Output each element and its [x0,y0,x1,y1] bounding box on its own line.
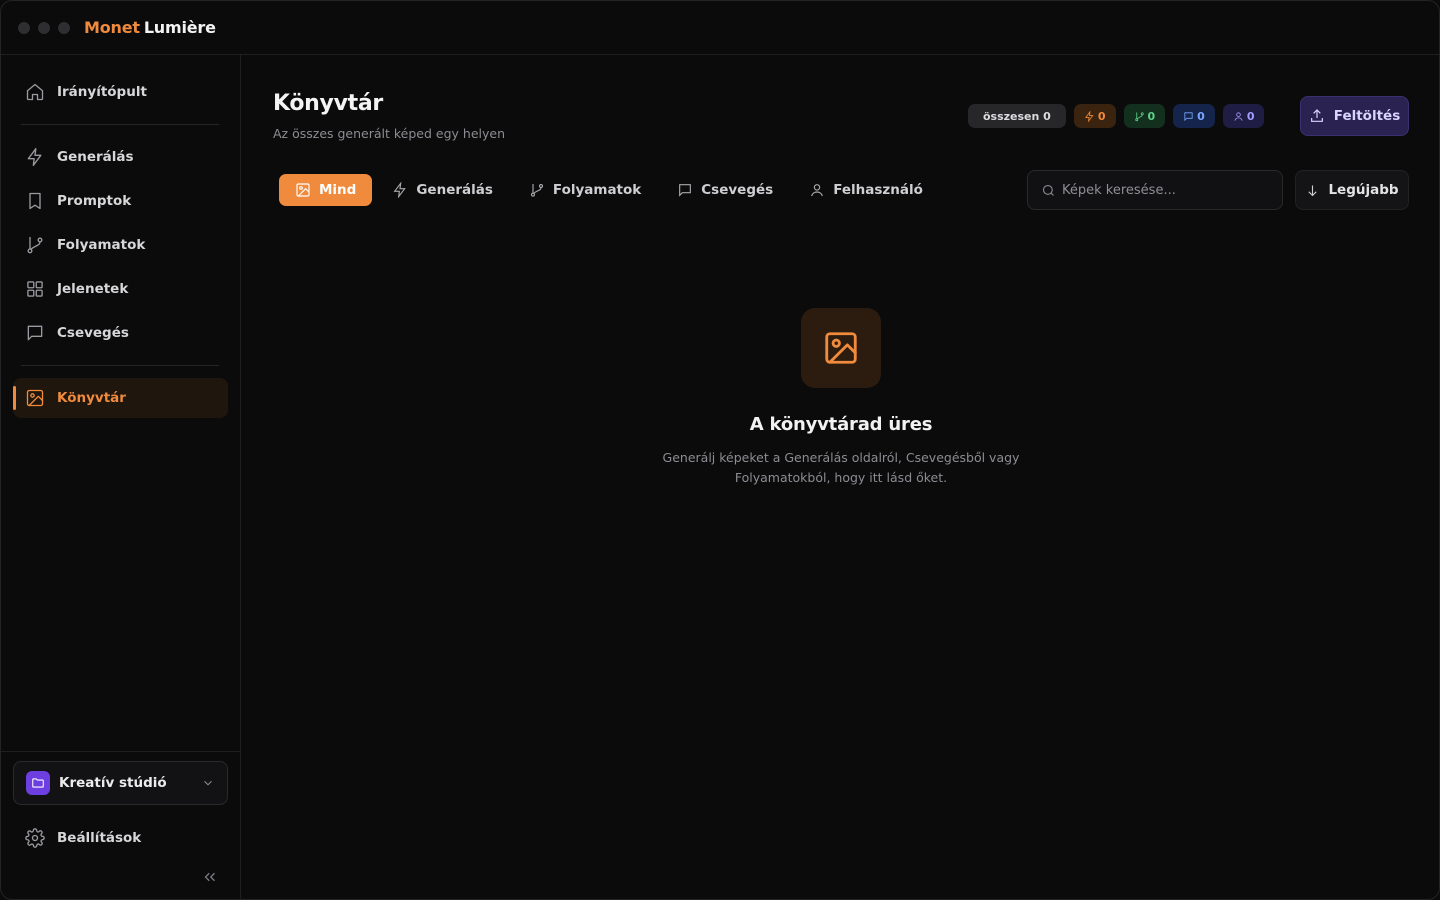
app-window: Monet Lumière Irányítópult Generálás Prom… [0,0,1440,900]
settings-button[interactable]: Beállítások [13,818,228,858]
search-input[interactable] [1062,182,1262,198]
empty-state-title: A könyvtárad üres [749,414,933,435]
tab-label: Generálás [416,182,493,198]
stat-chat-value: 0 [1197,109,1205,123]
tab-label: Csevegés [701,182,774,198]
sidebar-item-label: Folyamatok [57,237,146,253]
workspace-name: Kreatív stúdió [59,775,167,791]
upload-icon [1310,109,1323,122]
git-branch-icon [530,183,543,197]
brand-name-part2: Lumière [143,18,216,37]
upload-button[interactable]: Feltöltés [1300,96,1409,136]
stat-generation-value: 0 [1097,109,1106,123]
bookmark-icon [29,192,41,210]
sidebar-item-prompts[interactable]: Promptok [13,181,228,221]
collapse-sidebar-button[interactable] [201,868,219,886]
search-icon [1042,184,1054,196]
sidebar-item-label: Könyvtár [57,390,126,406]
chat-icon [27,325,43,341]
empty-state: A könyvtárad üres Generálj képeket a Gen… [591,308,1091,488]
stats-badges: összesen 0 0 0 0 0 [968,104,1265,128]
close-window-button[interactable] [18,21,30,34]
main-content: Könyvtár Az összes generált képed egy he… [241,55,1439,899]
settings-label: Beállítások [57,830,142,846]
sidebar-divider [21,124,219,125]
sidebar: Irányítópult Generálás Promptok Folyamat… [1,55,241,899]
filter-tabs: Mind Generálás Folyamatok Csevegés Felha… [279,174,943,206]
empty-state-description: Generálj képeket a Generálás oldalról, C… [662,450,1020,485]
tab-label: Folyamatok [552,182,642,198]
user-icon [811,184,824,197]
stat-flows-badge: 0 [1123,104,1166,128]
tab-generation[interactable]: Generálás [376,174,509,206]
stat-flows-value: 0 [1147,109,1156,123]
empty-image-icon [801,308,881,388]
user-icon [1234,111,1243,121]
lightning-icon [27,148,42,166]
image-icon [26,389,44,407]
app-brand: Monet Lumière [84,18,216,37]
stat-total-value: összesen 0 [983,109,1051,123]
home-icon [26,83,44,101]
brand-name-part1: Monet [84,18,140,37]
sidebar-item-library[interactable]: Könyvtár [13,378,228,418]
sidebar-item-label: Irányítópult [57,84,147,100]
sort-label: Legújabb [1328,182,1399,198]
upload-label: Feltöltés [1333,108,1401,124]
tab-label: Felhasználó [833,182,923,198]
stat-total-badge: összesen 0 [968,104,1066,128]
sidebar-item-label: Generálás [57,149,134,165]
sidebar-divider [21,365,219,366]
sidebar-item-label: Promptok [57,193,132,209]
page-subtitle: Az összes generált képed egy helyen [273,126,505,141]
tab-chat[interactable]: Csevegés [661,174,789,206]
minimize-window-button[interactable] [38,21,50,34]
tab-label: Mind [319,182,357,198]
tab-flows[interactable]: Folyamatok [513,174,657,206]
stat-user-value: 0 [1246,109,1255,123]
sidebar-item-label: Jelenetek [57,281,129,297]
sidebar-item-scenes[interactable]: Jelenetek [13,269,228,309]
sort-button[interactable]: Legújabb [1295,170,1409,210]
sidebar-footer: Kreatív stúdió Beállítások [1,751,240,899]
workspace-switcher[interactable]: Kreatív stúdió [13,761,228,805]
stat-generation-badge: 0 [1073,104,1116,128]
stat-user-badge: 0 [1222,104,1265,128]
tab-user[interactable]: Felhasználó [793,174,939,206]
sidebar-item-generation[interactable]: Generálás [13,137,228,177]
sidebar-item-dashboard[interactable]: Irányítópult [13,72,228,112]
chat-icon [679,184,692,197]
stat-chat-badge: 0 [1173,104,1215,128]
gear-icon [25,828,45,848]
sidebar-item-label: Csevegés [57,325,129,341]
sidebar-item-flows[interactable]: Folyamatok [13,225,228,265]
search-box [1027,170,1283,210]
git-branch-icon [27,236,43,254]
chevrons-left-icon [204,872,215,882]
grid-icon [27,281,43,297]
chevron-down-icon [204,780,212,786]
title-bar: Monet Lumière [1,1,1439,55]
window-controls [18,21,70,34]
image-icon [296,183,310,197]
tab-all[interactable]: Mind [279,174,373,206]
chat-icon [1184,111,1193,121]
page-title: Könyvtár [273,91,383,116]
git-branch-icon [1134,111,1144,121]
arrow-down-icon [1308,185,1318,196]
lightning-icon [1084,110,1094,122]
lightning-icon [393,182,407,198]
maximize-window-button[interactable] [58,21,70,34]
folder-icon [26,771,50,795]
sidebar-item-chat[interactable]: Csevegés [13,313,228,353]
